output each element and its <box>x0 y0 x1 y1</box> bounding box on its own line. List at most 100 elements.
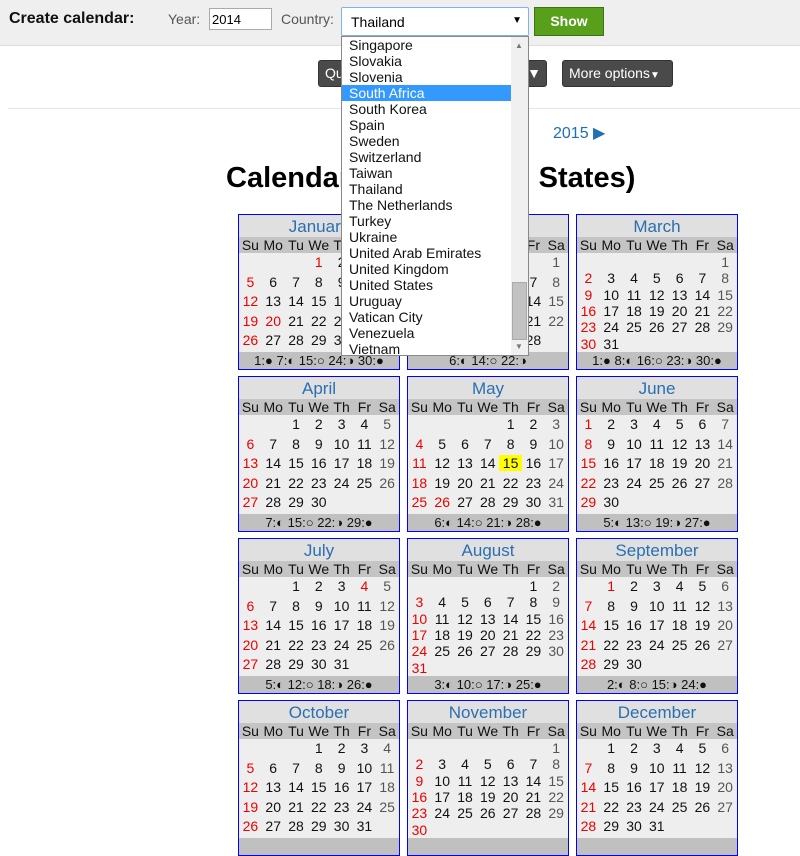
day-cell[interactable]: 2 <box>600 416 623 432</box>
day-cell[interactable]: 19 <box>239 313 262 329</box>
day-cell[interactable]: 29 <box>307 818 330 834</box>
day-cell[interactable]: 1 <box>545 254 568 270</box>
day-cell[interactable]: 23 <box>577 319 600 335</box>
day-cell[interactable]: 8 <box>307 274 330 290</box>
month-title[interactable]: November <box>408 701 568 723</box>
day-cell[interactable]: 9 <box>307 436 330 452</box>
day-cell[interactable]: 11 <box>431 611 454 627</box>
day-cell[interactable]: 19 <box>691 617 714 633</box>
day-cell[interactable]: 11 <box>376 760 399 776</box>
day-cell[interactable]: 1 <box>499 416 522 432</box>
dropdown-option[interactable]: South Africa <box>342 85 512 101</box>
day-cell[interactable]: 18 <box>376 779 399 795</box>
day-cell[interactable]: 20 <box>262 313 285 329</box>
day-cell[interactable]: 23 <box>545 627 568 643</box>
day-cell[interactable]: 27 <box>691 475 714 491</box>
day-cell[interactable]: 17 <box>545 455 568 471</box>
day-cell[interactable]: 5 <box>239 760 262 776</box>
day-cell[interactable]: 3 <box>623 416 646 432</box>
day-cell[interactable]: 8 <box>714 270 737 286</box>
day-cell[interactable]: 14 <box>691 287 714 303</box>
dropdown-option[interactable]: Uruguay <box>342 293 512 309</box>
day-cell[interactable]: 11 <box>454 773 477 789</box>
day-cell[interactable]: 4 <box>668 578 691 594</box>
day-cell[interactable]: 21 <box>577 637 600 653</box>
day-cell[interactable]: 16 <box>623 779 646 795</box>
day-cell[interactable]: 10 <box>623 436 646 452</box>
day-cell[interactable]: 5 <box>376 416 399 432</box>
day-cell[interactable]: 24 <box>645 637 668 653</box>
day-cell[interactable]: 26 <box>239 818 262 834</box>
day-cell[interactable]: 14 <box>577 617 600 633</box>
day-cell[interactable]: 22 <box>285 637 308 653</box>
month-title[interactable]: October <box>239 701 399 723</box>
dropdown-option[interactable]: Turkey <box>342 213 512 229</box>
day-cell[interactable]: 21 <box>262 637 285 653</box>
day-cell[interactable]: 21 <box>691 303 714 319</box>
day-cell[interactable]: 3 <box>330 578 353 594</box>
day-cell[interactable]: 10 <box>645 598 668 614</box>
dropdown-option[interactable]: Singapore <box>342 37 512 53</box>
day-cell[interactable]: 9 <box>623 598 646 614</box>
day-cell[interactable]: 7 <box>714 416 737 432</box>
day-cell[interactable]: 14 <box>522 773 545 789</box>
day-cell[interactable]: 14 <box>285 293 308 309</box>
day-cell[interactable]: 5 <box>668 416 691 432</box>
day-cell[interactable]: 24 <box>431 805 454 821</box>
day-cell[interactable]: 8 <box>600 760 623 776</box>
day-cell[interactable]: 9 <box>623 760 646 776</box>
day-cell[interactable]: 28 <box>262 656 285 672</box>
day-cell[interactable]: 22 <box>307 313 330 329</box>
day-cell[interactable]: 10 <box>431 773 454 789</box>
day-cell[interactable]: 20 <box>668 303 691 319</box>
day-cell[interactable]: 16 <box>307 455 330 471</box>
day-cell[interactable]: 25 <box>668 799 691 815</box>
day-cell[interactable]: 18 <box>408 475 431 491</box>
day-cell[interactable]: 9 <box>600 436 623 452</box>
day-cell[interactable]: 8 <box>307 760 330 776</box>
day-cell[interactable]: 17 <box>645 617 668 633</box>
day-cell[interactable]: 11 <box>668 760 691 776</box>
dropdown-option[interactable]: Slovenia <box>342 69 512 85</box>
day-cell[interactable]: 6 <box>239 598 262 614</box>
day-cell[interactable]: 25 <box>668 637 691 653</box>
day-cell[interactable]: 9 <box>522 436 545 452</box>
day-cell[interactable]: 11 <box>353 598 376 614</box>
dropdown-option[interactable]: The Netherlands <box>342 197 512 213</box>
day-cell[interactable]: 2 <box>522 416 545 432</box>
month-title[interactable]: June <box>577 377 737 399</box>
day-cell[interactable]: 11 <box>623 287 646 303</box>
day-cell[interactable]: 26 <box>376 637 399 653</box>
day-cell[interactable]: 10 <box>645 760 668 776</box>
day-cell[interactable]: 10 <box>408 611 431 627</box>
day-cell[interactable]: 23 <box>330 799 353 815</box>
day-cell[interactable]: 2 <box>307 578 330 594</box>
day-cell[interactable]: 19 <box>376 455 399 471</box>
day-cell[interactable]: 11 <box>645 436 668 452</box>
scrollbar[interactable]: ▲ ▼ <box>511 37 528 355</box>
day-cell[interactable]: 27 <box>714 637 737 653</box>
day-cell[interactable]: 27 <box>499 805 522 821</box>
country-dropdown-list[interactable]: Singapore Slovakia Slovenia South Africa Sou… <box>341 36 529 357</box>
day-cell[interactable]: 6 <box>239 436 262 452</box>
day-cell[interactable]: 24 <box>330 475 353 491</box>
day-cell[interactable]: 18 <box>431 627 454 643</box>
day-cell[interactable]: 7 <box>262 436 285 452</box>
day-cell[interactable]: 19 <box>668 455 691 471</box>
day-cell[interactable]: 4 <box>431 594 454 610</box>
day-cell[interactable]: 8 <box>577 436 600 452</box>
day-cell[interactable]: 8 <box>285 598 308 614</box>
day-cell[interactable]: 18 <box>353 617 376 633</box>
day-cell[interactable]: 25 <box>431 643 454 659</box>
day-cell[interactable]: 6 <box>476 594 499 610</box>
day-cell[interactable]: 13 <box>239 617 262 633</box>
day-cell[interactable]: 2 <box>408 756 431 772</box>
dropdown-option[interactable]: Vietnam <box>342 341 512 357</box>
day-cell[interactable]: 1 <box>714 254 737 270</box>
day-cell[interactable]: 22 <box>545 313 568 329</box>
day-cell[interactable]: 15 <box>285 617 308 633</box>
day-cell[interactable]: 26 <box>668 475 691 491</box>
day-cell[interactable]: 7 <box>285 760 308 776</box>
day-cell[interactable]: 5 <box>476 756 499 772</box>
day-cell[interactable]: 6 <box>668 270 691 286</box>
